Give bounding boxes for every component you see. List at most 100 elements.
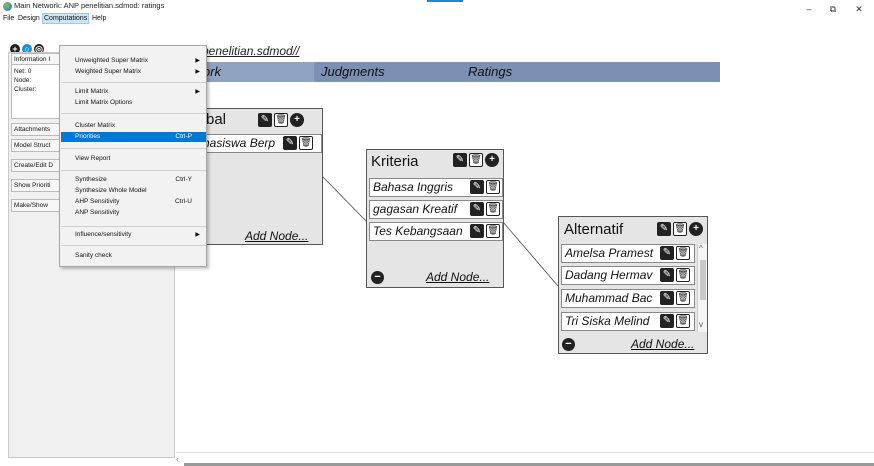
add-node-icon[interactable]: +	[485, 153, 499, 167]
trash-icon[interactable]: 🗑	[486, 180, 500, 194]
menu-limit-matrix[interactable]: Limit Matrix ▶	[61, 87, 206, 97]
menu-file[interactable]: File	[2, 13, 15, 24]
cluster-goal[interactable]: bal ✎ 🗑 + hasiswa Berp ✎ 🗑 Add Node...	[196, 108, 323, 245]
node-label: gagasan Kreatif	[373, 202, 458, 216]
node-label: Tri Siska Melind	[565, 314, 650, 328]
title-accent	[427, 0, 463, 2]
menu-influence-sensitivity[interactable]: Influence/sensitivity ▶	[61, 230, 206, 240]
menu-divider	[61, 226, 206, 227]
trash-icon[interactable]: 🗑	[676, 246, 690, 260]
scroll-down-icon[interactable]: v	[699, 320, 703, 329]
edit-icon[interactable]: ✎	[660, 268, 674, 282]
edit-icon[interactable]: ✎	[470, 224, 484, 238]
trash-icon[interactable]: 🗑	[676, 314, 690, 328]
menu-anp-sensitivity[interactable]: ANP Sensitivity	[61, 208, 206, 218]
scroll-left-icon[interactable]: ‹	[176, 454, 179, 464]
cluster-alternatif-title: Alternatif	[564, 221, 624, 238]
menu-ahp-sensitivity[interactable]: AHP Sensitivity Ctrl-U	[61, 197, 206, 207]
scroll-thumb[interactable]	[700, 260, 706, 300]
menu-weighted-super-matrix[interactable]: Weighted Super Matrix ▶	[61, 67, 206, 77]
cluster-alternatif-tools: ✎ 🗑 +	[657, 222, 705, 238]
edit-icon[interactable]: ✎	[470, 202, 484, 216]
menu-priorities[interactable]: Priorities Ctrl-P	[61, 132, 206, 142]
add-node-link[interactable]: Add Node...	[631, 337, 694, 351]
submenu-arrow-icon: ▶	[195, 69, 200, 75]
add-node-icon[interactable]: +	[689, 222, 703, 236]
title-bar: Main Network: ANP penelitian.sdmod: rati…	[0, 0, 874, 14]
menu-synthesize[interactable]: Synthesize Ctrl-Y	[61, 175, 206, 185]
menu-sanity-check[interactable]: Sanity check	[61, 251, 206, 261]
node-label: Amelsa Pramest	[565, 246, 654, 260]
node-scrollbar[interactable]: ^ v	[697, 244, 707, 332]
cluster-kriteria-title: Kriteria	[371, 153, 419, 170]
trash-icon[interactable]: 🗑	[673, 222, 687, 236]
menu-item-label: Synthesize Whole Model	[75, 187, 147, 194]
menu-item-label: Limit Matrix Options	[75, 99, 133, 106]
menu-design[interactable]: Design	[17, 13, 41, 24]
trash-icon[interactable]: 🗑	[299, 136, 313, 150]
menu-divider	[61, 82, 206, 83]
node-label: hasiswa Berp	[203, 136, 276, 150]
menu-computations[interactable]: Computations	[42, 13, 90, 24]
collapse-icon[interactable]: −	[562, 338, 575, 351]
trash-icon[interactable]: 🗑	[486, 224, 500, 238]
edit-icon[interactable]: ✎	[657, 222, 671, 236]
node-tools: ✎ 🗑	[660, 246, 692, 262]
node-tools: ✎ 🗑	[660, 268, 692, 284]
collapse-icon[interactable]: −	[371, 271, 384, 284]
node-label: Dadang Hermav	[565, 268, 653, 282]
app-window: Main Network: ANP penelitian.sdmod: rati…	[0, 0, 874, 466]
edit-icon[interactable]: ✎	[470, 180, 484, 194]
menu-divider	[61, 148, 206, 149]
node-tools: ✎ 🗑	[283, 136, 315, 152]
cluster-kriteria[interactable]: Kriteria ✎ 🗑 + Bahasa Inggris ✎ 🗑 gagasan K…	[366, 149, 504, 288]
edit-icon[interactable]: ✎	[660, 314, 674, 328]
menu-divider	[61, 170, 206, 171]
menu-unweighted-super-matrix[interactable]: Unweighted Super Matrix ▶	[61, 56, 206, 66]
menu-view-report[interactable]: View Report	[61, 154, 206, 164]
add-node-link[interactable]: Add Node...	[245, 229, 308, 243]
menu-shortcut: Ctrl-U	[175, 198, 192, 205]
menu-cluster-matrix[interactable]: Cluster Matrix	[61, 121, 206, 131]
trash-icon[interactable]: 🗑	[676, 291, 690, 305]
trash-icon[interactable]: 🗑	[486, 202, 500, 216]
horizontal-scrollbar[interactable]: ‹	[176, 452, 874, 466]
cluster-goal-title: bal	[206, 111, 227, 128]
edit-icon[interactable]: ✎	[660, 246, 674, 260]
menu-divider	[61, 113, 206, 114]
edit-icon[interactable]: ✎	[660, 291, 674, 305]
scroll-up-icon[interactable]: ^	[699, 244, 703, 253]
app-logo-icon	[3, 2, 12, 11]
node-tools: ✎ 🗑	[660, 314, 692, 330]
tab-ratings[interactable]: Ratings	[468, 62, 512, 82]
add-node-link[interactable]: Add Node...	[426, 270, 489, 284]
menu-shortcut: Ctrl-P	[175, 133, 192, 140]
menu-synthesize-whole-model[interactable]: Synthesize Whole Model	[61, 186, 206, 196]
tab-judgments[interactable]: Judgments	[321, 62, 385, 82]
edit-icon[interactable]: ✎	[258, 113, 272, 127]
cluster-kriteria-tools: ✎ 🗑 +	[453, 153, 501, 169]
node-label: Bahasa Inggris	[373, 180, 454, 194]
menu-bar: File Design Computations Help	[0, 13, 874, 24]
file-path[interactable]: penelitian.sdmod//	[202, 44, 299, 58]
trash-icon[interactable]: 🗑	[676, 268, 690, 282]
menu-item-label: AHP Sensitivity	[75, 198, 120, 205]
menu-item-label: Influence/sensitivity	[75, 231, 132, 238]
menu-item-label: Unweighted Super Matrix	[75, 57, 148, 64]
node-tools: ✎ 🗑	[470, 202, 502, 218]
menu-divider	[61, 245, 206, 246]
edit-icon[interactable]: ✎	[453, 153, 467, 167]
menu-limit-matrix-options[interactable]: Limit Matrix Options	[61, 98, 206, 108]
node-tools: ✎ 🗑	[470, 180, 502, 196]
computations-menu: Unweighted Super Matrix ▶ Weighted Super …	[59, 45, 207, 267]
add-node-icon[interactable]: +	[290, 113, 304, 127]
node-tools: ✎ 🗑	[470, 224, 502, 240]
cluster-alternatif[interactable]: Alternatif ✎ 🗑 + Amelsa Pramest ✎ 🗑 Dadang …	[558, 216, 708, 354]
trash-icon[interactable]: 🗑	[274, 113, 288, 127]
menu-item-label: Synthesize	[75, 176, 107, 183]
menu-item-label: View Report	[75, 155, 111, 162]
menu-help[interactable]: Help	[91, 13, 107, 24]
trash-icon[interactable]: 🗑	[469, 153, 483, 167]
edit-icon[interactable]: ✎	[283, 136, 297, 150]
cluster-goal-tools: ✎ 🗑 +	[258, 113, 306, 129]
